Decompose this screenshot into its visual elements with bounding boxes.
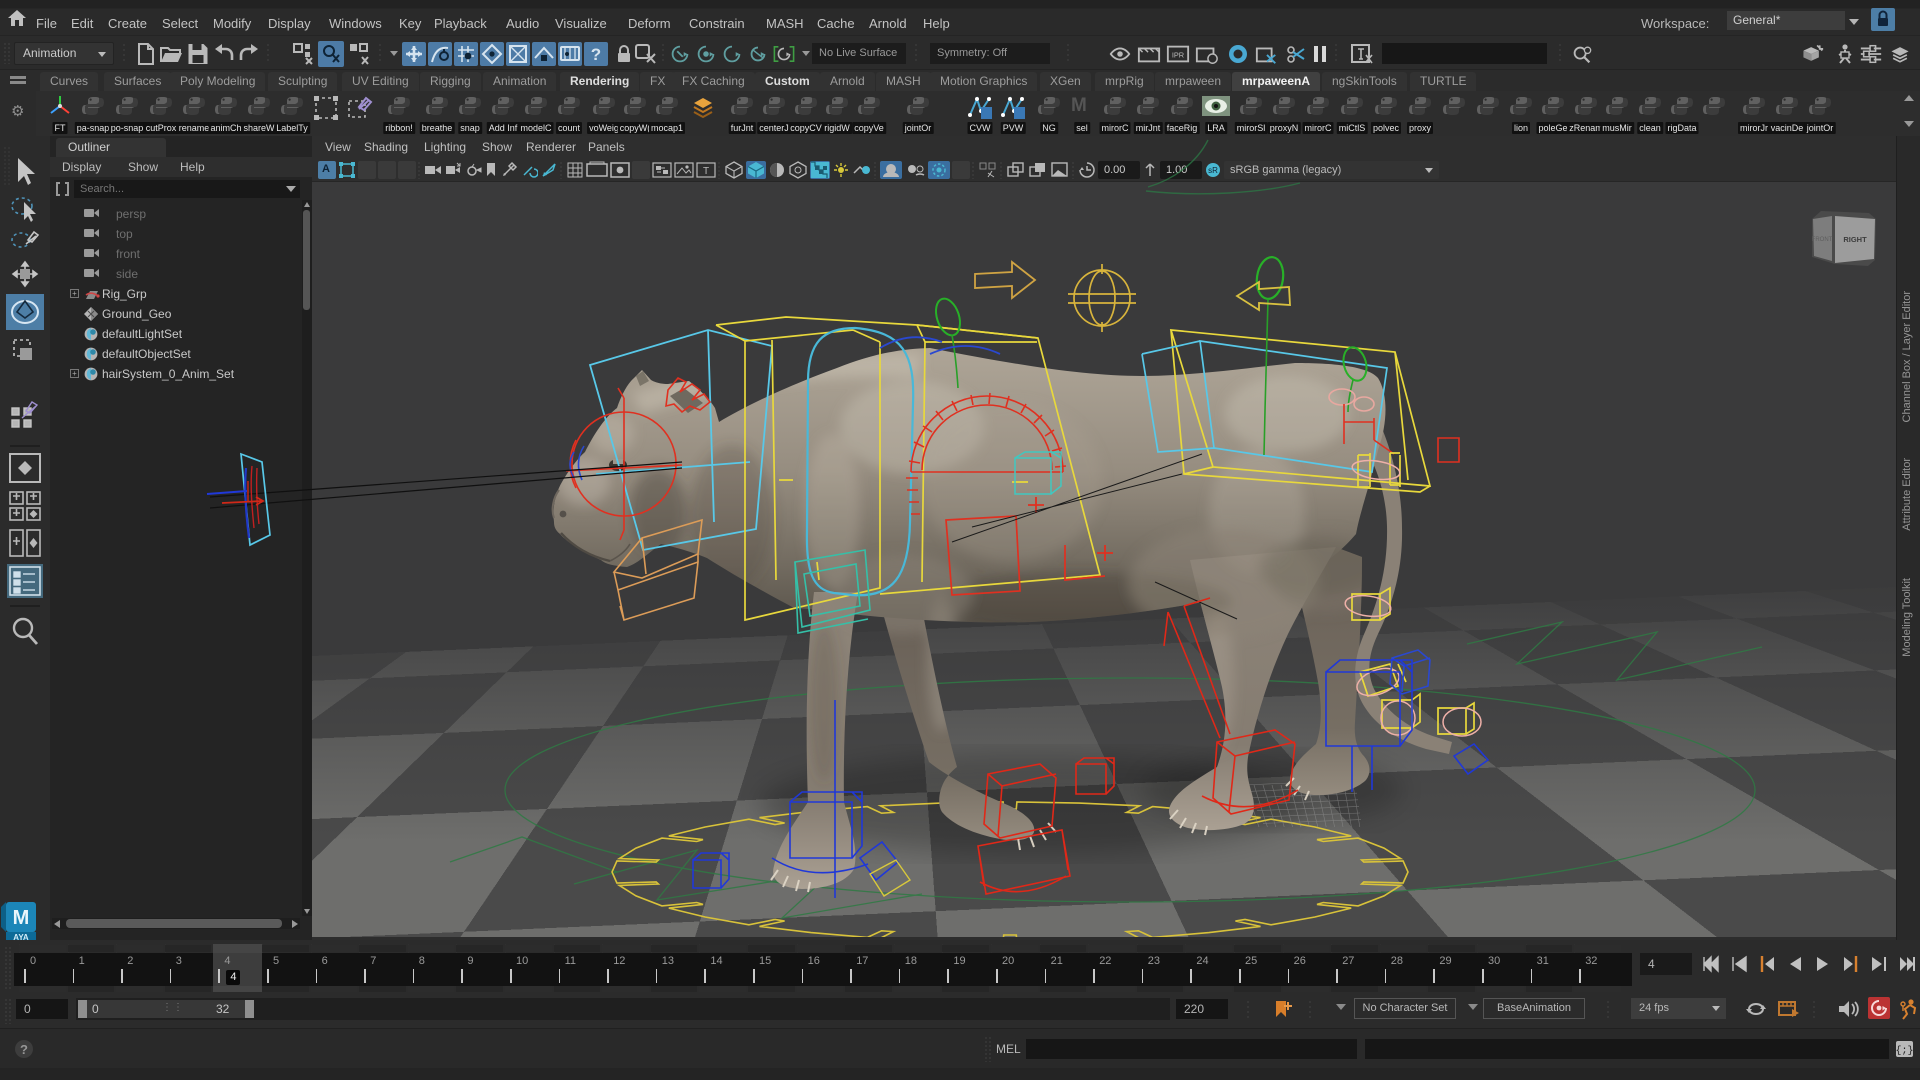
svg-text:AYA: AYA — [13, 933, 29, 940]
svg-text:T: T — [703, 166, 709, 177]
svg-text:M: M — [13, 907, 30, 929]
svg-text:?: ? — [20, 1042, 28, 1057]
svg-text:{;}: {;} — [1895, 1045, 1913, 1057]
svg-text:?: ? — [591, 45, 601, 64]
svg-text:RIGHT: RIGHT — [1843, 235, 1867, 244]
svg-text:FRONT: FRONT — [1812, 237, 1833, 243]
svg-text:IPR: IPR — [1172, 51, 1184, 60]
svg-text:sR: sR — [1208, 166, 1218, 175]
